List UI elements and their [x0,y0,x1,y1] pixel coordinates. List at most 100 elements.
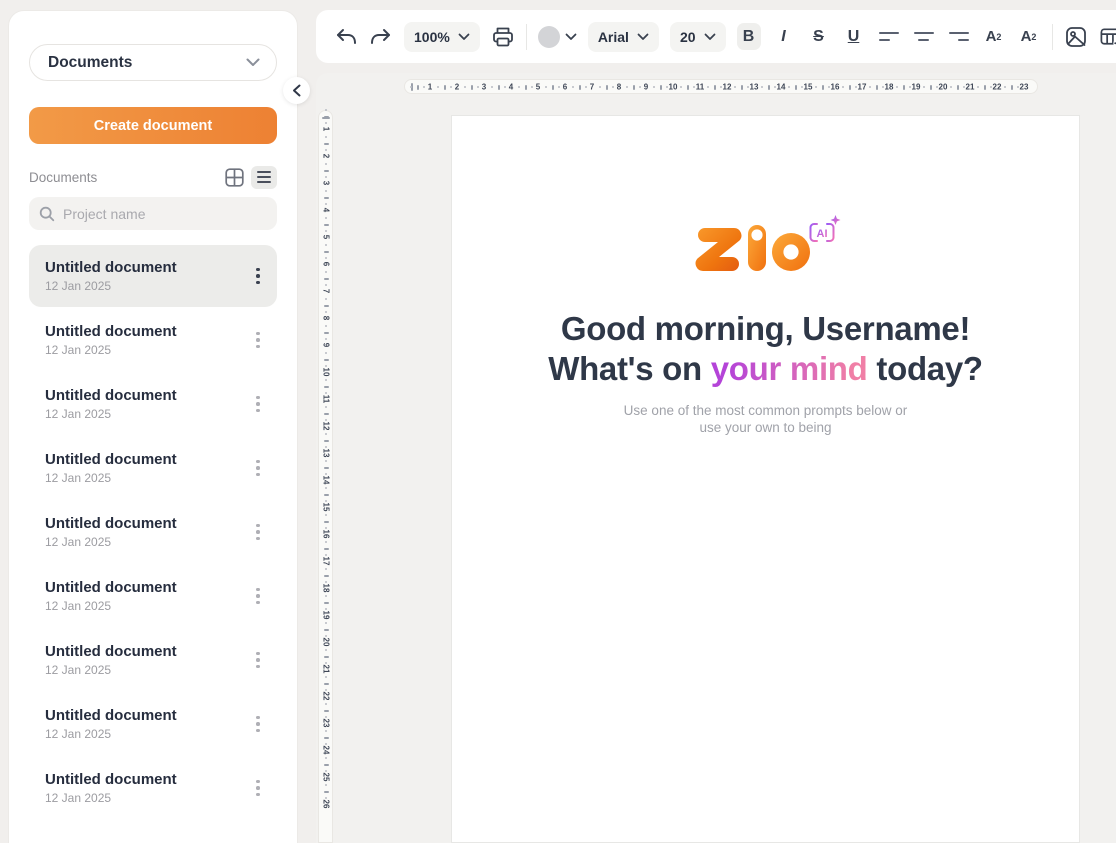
ruler-number: 7 [590,82,594,91]
ruler-number: 5 [536,82,540,91]
ruler-number: 7 [321,289,330,293]
ruler-number: 14 [321,476,330,485]
horizontal-ruler[interactable]: 1234567891011121314151617181920212223 [404,79,1038,94]
document-item-text: Untitled document12 Jan 2025 [45,643,249,677]
subscript-button[interactable]: A2 [1017,22,1041,52]
ruler-number: 23 [321,719,330,728]
ruler-number: 8 [321,316,330,320]
ruler-number: 25 [321,773,330,782]
insert-table-button[interactable] [1099,22,1116,52]
ruler-number: 22 [993,82,1002,91]
ai-badge: AI [810,215,840,241]
ruler-number: 23 [1020,82,1029,91]
align-center-button[interactable] [912,22,936,52]
underline-button[interactable]: U [842,23,866,50]
insert-image-button[interactable] [1064,22,1088,52]
document-options-kebab-icon[interactable] [249,583,267,609]
document-list-item[interactable]: Untitled document12 Jan 2025 [29,309,277,371]
document-date: 12 Jan 2025 [45,791,249,805]
ruler-number: 6 [321,262,330,266]
document-date: 12 Jan 2025 [45,535,249,549]
document-options-kebab-icon[interactable] [249,519,267,545]
redo-button[interactable] [369,22,393,52]
document-date: 12 Jan 2025 [45,279,249,293]
print-button[interactable] [491,22,515,52]
document-list-item[interactable]: Untitled document12 Jan 2025 [29,245,277,307]
document-options-kebab-icon[interactable] [249,391,267,417]
ruler-number: 26 [321,800,330,809]
greeting-line2: What's on your mind today? [452,349,1079,389]
ruler-number: 12 [321,422,330,431]
ruler-number: 3 [321,181,330,185]
document-list-item[interactable]: Untitled document12 Jan 2025 [29,565,277,627]
document-options-kebab-icon[interactable] [249,647,267,673]
chevron-down-icon [565,33,577,41]
italic-button[interactable]: I [772,23,796,50]
document-item-text: Untitled document12 Jan 2025 [45,323,249,357]
document-date: 12 Jan 2025 [45,663,249,677]
greeting-line1: Good morning, Username! [452,309,1079,349]
sidebar-collapse-button[interactable] [283,77,310,104]
ruler-number: 16 [831,82,840,91]
greeting-heading: Good morning, Username! What's on your m… [452,309,1079,389]
create-document-button[interactable]: Create document [29,107,277,144]
font-size-value: 20 [680,29,696,45]
ruler-number: 16 [321,530,330,539]
ruler-number: 14 [777,82,786,91]
document-item-text: Untitled document12 Jan 2025 [45,771,249,805]
document-list-item[interactable]: Untitled document 12 Jan 2025 [29,693,277,755]
document-list-item[interactable]: Untitled document12 Jan 2025 [29,437,277,499]
zoom-level-dropdown[interactable]: 100% [404,22,480,52]
document-list-item[interactable]: Untitled document12 Jan 2025 [29,757,277,819]
document-list-item[interactable]: Untitled document12 Jan 2025 [29,373,277,435]
ruler-number: 11 [696,82,704,91]
ruler-number: 24 [321,746,330,755]
font-family-value: Arial [598,29,629,45]
superscript-button[interactable]: A2 [982,22,1006,52]
bold-button[interactable]: B [737,23,761,50]
ruler-number: 18 [885,82,894,91]
ruler-number: 17 [858,82,867,91]
align-left-button[interactable] [877,22,901,52]
document-list-item[interactable]: Untitled document12 Jan 2025 [29,501,277,563]
grid-view-button[interactable] [223,166,245,188]
workspace-selector-dropdown[interactable]: Documents [29,44,277,81]
ruler-number: 9 [644,82,648,91]
list-view-button[interactable] [251,166,277,189]
document-options-kebab-icon[interactable] [249,327,267,353]
ruler-number: 20 [939,82,948,91]
search-input[interactable] [63,206,267,222]
font-family-dropdown[interactable]: Arial [588,22,659,52]
ruler-number: 2 [455,82,459,91]
ruler-number: 15 [321,503,330,512]
color-swatch-icon [538,26,560,48]
document-options-kebab-icon[interactable] [249,263,267,289]
ruler-number: 12 [723,82,732,91]
ruler-number: 21 [321,665,330,674]
document-item-text: Untitled document12 Jan 2025 [45,259,249,293]
document-options-kebab-icon[interactable] [249,711,267,737]
ruler-number: 8 [617,82,621,91]
document-options-kebab-icon[interactable] [249,455,267,481]
text-color-dropdown[interactable] [538,26,577,48]
document-date: 12 Jan 2025 [45,727,249,741]
strikethrough-button[interactable]: S [807,23,831,50]
toolbar-divider [1052,24,1053,50]
document-title: Untitled document [45,451,249,468]
zoom-level-value: 100% [414,29,450,45]
undo-button[interactable] [334,22,358,52]
font-size-dropdown[interactable]: 20 [670,22,726,52]
document-item-text: Untitled document12 Jan 2025 [45,515,249,549]
ruler-number: 21 [966,82,975,91]
document-title: Untitled document [45,707,249,724]
document-page[interactable]: AI Good morning, Username! What's on you… [451,115,1080,843]
document-title: Untitled document [45,387,249,404]
vertical-ruler[interactable]: 1234567891011121314151617181920212223242… [318,110,333,843]
document-item-text: Untitled document12 Jan 2025 [45,387,249,421]
document-list-item[interactable]: Untitled document12 Jan 2025 [29,629,277,691]
document-title: Untitled document [45,323,249,340]
document-options-kebab-icon[interactable] [249,775,267,801]
align-right-button[interactable] [947,22,971,52]
project-search-bar[interactable] [29,197,277,230]
chevron-down-icon [704,33,716,41]
